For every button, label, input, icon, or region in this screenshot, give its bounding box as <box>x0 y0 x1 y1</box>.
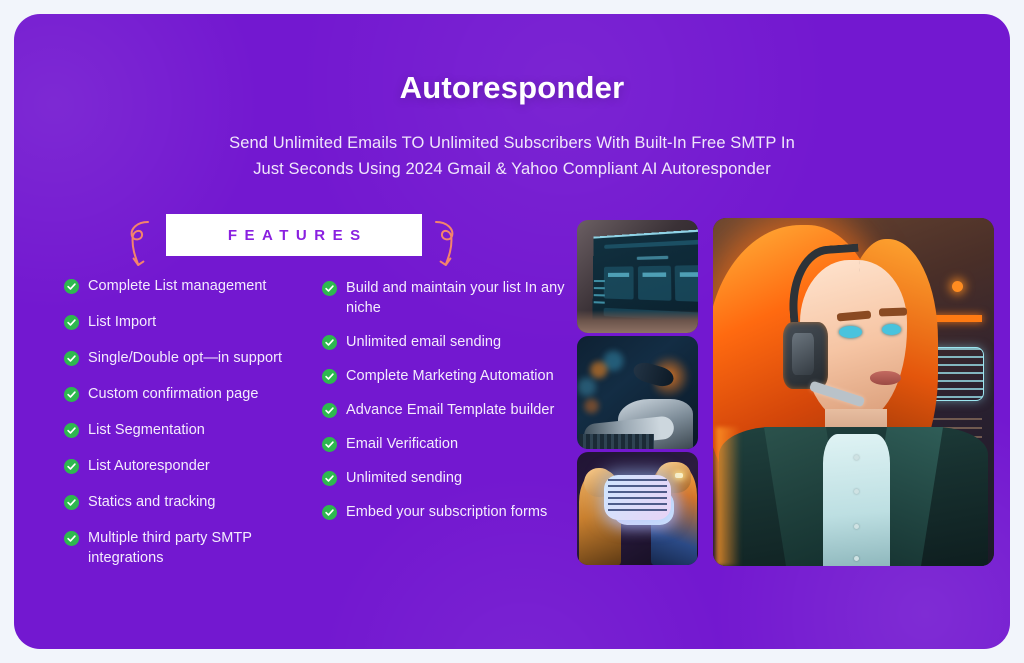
features-heading-row: FEATURES <box>118 214 468 276</box>
feature-label: Complete Marketing Automation <box>346 368 554 384</box>
feature-label: Unlimited sending <box>346 470 463 486</box>
list-item: List Segmentation <box>64 420 312 440</box>
list-item: List Import <box>64 312 312 332</box>
laptop-dashboard-thumbnail <box>577 220 698 333</box>
list-item: Custom confirmation page <box>64 384 312 404</box>
feature-label: Single/Double opt—in support <box>88 350 283 366</box>
check-circle-icon <box>64 351 79 366</box>
check-circle-icon <box>322 437 337 452</box>
check-circle-icon <box>322 369 337 384</box>
check-circle-icon <box>322 403 337 418</box>
check-circle-icon <box>322 505 337 520</box>
list-item: Advance Email Template builder <box>322 400 574 420</box>
list-item: Embed your subscription forms <box>322 502 574 522</box>
feature-label: List Segmentation <box>88 422 205 438</box>
check-circle-icon <box>64 315 79 330</box>
check-circle-icon <box>322 335 337 350</box>
list-item: Single/Double opt—in support <box>64 348 312 368</box>
check-circle-icon <box>64 531 79 546</box>
feature-list-right: Build and maintain your list In any nich… <box>322 278 574 536</box>
android-typing-thumbnail <box>577 336 698 449</box>
page-subtitle-line-1: Send Unlimited Emails TO Unlimited Subsc… <box>229 134 795 152</box>
feature-label: Custom confirmation page <box>88 386 259 402</box>
page-subtitle-line-2: Just Seconds Using 2024 Gmail & Yahoo Co… <box>253 160 771 178</box>
features-badge: FEATURES <box>166 214 422 256</box>
check-circle-icon <box>64 387 79 402</box>
curly-arrow-right-icon <box>426 218 460 277</box>
check-circle-icon <box>322 281 337 296</box>
check-circle-icon <box>64 459 79 474</box>
headset-agent-hero-image <box>713 218 994 566</box>
list-item: Multiple third party SMTP integrations <box>64 528 312 568</box>
list-item: Unlimited sending <box>322 468 574 488</box>
list-item: Statics and tracking <box>64 492 312 512</box>
feature-label: Build and maintain your list In any nich… <box>346 280 565 316</box>
feature-label: Email Verification <box>346 436 459 452</box>
feature-label: Advance Email Template builder <box>346 402 555 418</box>
list-item: List Autoresponder <box>64 456 312 476</box>
feature-label: Complete List management <box>88 278 267 294</box>
check-circle-icon <box>64 423 79 438</box>
list-item: Build and maintain your list In any nich… <box>322 278 574 318</box>
feature-label: Statics and tracking <box>88 494 216 510</box>
page-title: Autoresponder <box>399 70 625 105</box>
page-subtitle: Send Unlimited Emails TO Unlimited Subsc… <box>202 130 822 182</box>
list-item: Complete Marketing Automation <box>322 366 574 386</box>
feature-label: List Autoresponder <box>88 458 210 474</box>
feature-label: Unlimited email sending <box>346 334 502 350</box>
list-item: Unlimited email sending <box>322 332 574 352</box>
feature-label: Embed your subscription forms <box>346 504 548 520</box>
curly-arrow-left-icon <box>124 218 158 277</box>
feature-list-left: Complete List management List Import Sin… <box>64 276 312 584</box>
thumbnail-stack <box>577 220 698 568</box>
feature-label: Multiple third party SMTP integrations <box>88 530 252 566</box>
check-circle-icon <box>64 279 79 294</box>
autoresponder-promo-card: Autoresponder Send Unlimited Emails TO U… <box>14 14 1010 649</box>
list-item: Email Verification <box>322 434 574 454</box>
feature-label: List Import <box>88 314 157 330</box>
page-root: Autoresponder Send Unlimited Emails TO U… <box>0 0 1024 663</box>
check-circle-icon <box>64 495 79 510</box>
list-item: Complete List management <box>64 276 312 296</box>
check-circle-icon <box>322 471 337 486</box>
human-robot-chat-thumbnail <box>577 452 698 565</box>
features-badge-label: FEATURES <box>227 226 368 244</box>
